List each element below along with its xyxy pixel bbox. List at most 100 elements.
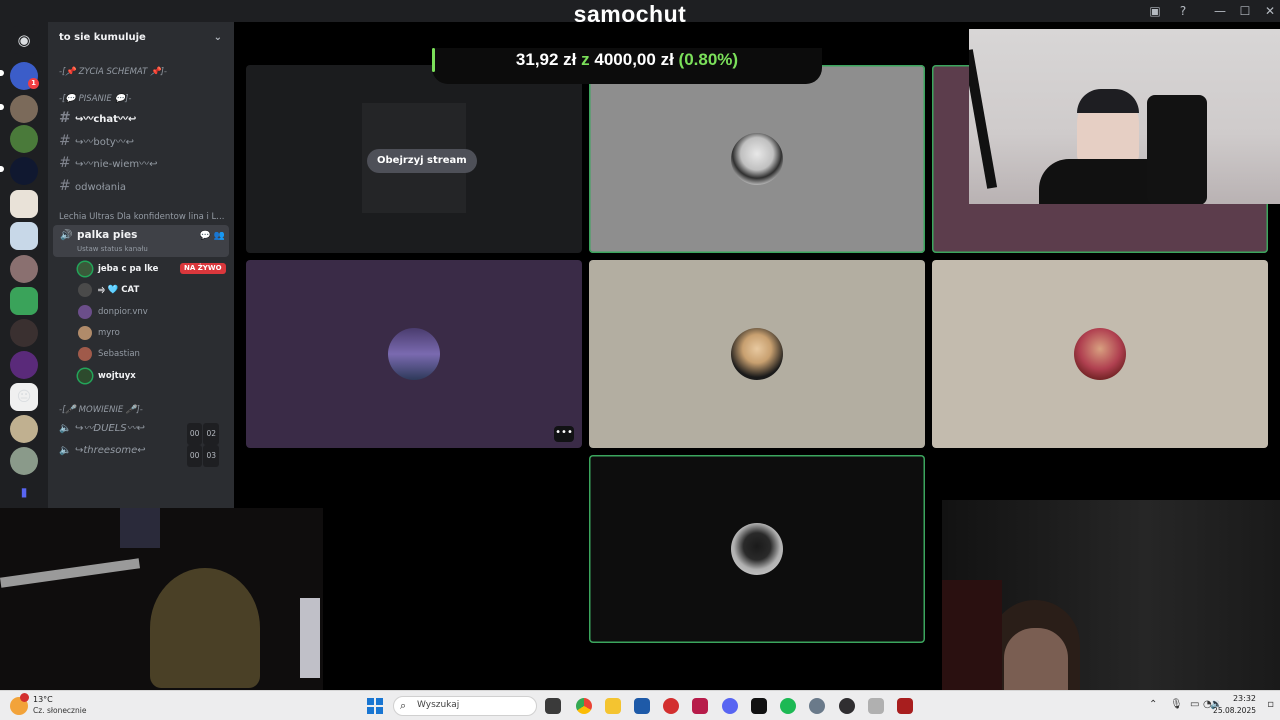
voice-member[interactable]: donpior.vnv bbox=[78, 302, 228, 322]
app-icon[interactable] bbox=[692, 698, 708, 714]
channel-label: ↪︎〰chat〰↩︎ bbox=[75, 114, 137, 125]
member-name: ⥤ 🩵 CAT bbox=[98, 285, 140, 295]
participant-tile[interactable]: ••• bbox=[246, 260, 582, 448]
taskbar-search[interactable]: ⌕ Wyszukaj bbox=[393, 696, 537, 716]
store-icon[interactable] bbox=[634, 698, 650, 714]
person-hair bbox=[1077, 89, 1139, 113]
server-icon[interactable] bbox=[10, 287, 38, 315]
chrome-icon[interactable] bbox=[576, 698, 592, 714]
category-pisanie[interactable]: -[💬 PISANIE 💬]- bbox=[59, 94, 131, 104]
voice-channel-duels[interactable]: 🔈 ↪︎〰DUELS〰↩︎ 00 02 bbox=[59, 419, 229, 445]
server-icon[interactable]: 😐 bbox=[10, 383, 38, 411]
avatar bbox=[388, 328, 440, 380]
microphone-icon[interactable]: 🎙 bbox=[1170, 699, 1183, 710]
voice-member[interactable]: Sebastian bbox=[78, 344, 228, 364]
voice-member[interactable]: wojtuyx bbox=[78, 366, 228, 386]
taskbar: 13°C Cz. słonecznie ⌕ Wyszukaj ⌃ 🎙 ▭ ◔ 🔉… bbox=[0, 690, 1280, 720]
donation-goal-text: 31,92 zł z 4000,00 zł (0.80%) bbox=[432, 48, 822, 72]
task-view-icon[interactable] bbox=[545, 698, 561, 714]
voice-channel-palka-pies[interactable]: 🔊 palka pies Ustaw status kanału 💬 👥 bbox=[53, 225, 229, 257]
channel-boty[interactable]: # ↪︎〰boty〰↩︎ bbox=[59, 131, 229, 151]
app-icon[interactable] bbox=[868, 698, 884, 714]
category-zycia[interactable]: -[📌 ZYCIA SCHEMAT 📌]- bbox=[59, 67, 167, 77]
server-icon[interactable] bbox=[10, 255, 38, 283]
hashtag-icon: # bbox=[59, 133, 71, 149]
avatar bbox=[78, 326, 92, 340]
help-icon[interactable]: ? bbox=[1175, 3, 1191, 19]
add-member-icon[interactable]: 👥 bbox=[214, 231, 225, 241]
server-icon[interactable] bbox=[10, 415, 38, 443]
unread-indicator bbox=[0, 166, 4, 172]
folder-icon[interactable]: ▮ bbox=[10, 484, 38, 500]
close-button[interactable]: ✕ bbox=[1262, 3, 1278, 19]
weather-temp[interactable]: 13°C bbox=[33, 695, 53, 704]
weather-alert-badge bbox=[20, 693, 29, 702]
member-name: donpior.vnv bbox=[98, 307, 148, 317]
avatar bbox=[1074, 328, 1126, 380]
chevron-down-icon: ⌄ bbox=[213, 32, 222, 43]
server-icon[interactable] bbox=[10, 125, 38, 153]
hashtag-icon: # bbox=[59, 178, 71, 194]
server-name: to sie kumuluje bbox=[59, 32, 146, 43]
category-lechia[interactable]: Lechia Ultras Dla konfidentow lina i L..… bbox=[59, 212, 224, 222]
hashtag-icon: # bbox=[59, 110, 71, 126]
shield-icon[interactable] bbox=[897, 698, 913, 714]
channel-odwolania[interactable]: # odwołania bbox=[59, 176, 229, 196]
voice-member[interactable]: myro bbox=[78, 323, 228, 343]
user-limit: 00 03 bbox=[186, 445, 219, 467]
app-icon[interactable] bbox=[663, 698, 679, 714]
server-icon[interactable] bbox=[10, 351, 38, 379]
avatar bbox=[78, 262, 92, 276]
person-face bbox=[1004, 628, 1068, 690]
file-explorer-icon[interactable] bbox=[605, 698, 621, 714]
participant-tile[interactable] bbox=[589, 455, 925, 643]
voice-member[interactable]: jeba c pa lke NA ŻYWO bbox=[78, 259, 228, 279]
stream-tile[interactable]: Obejrzyj stream bbox=[246, 65, 582, 253]
start-button[interactable] bbox=[367, 698, 383, 714]
clock-time[interactable]: 23:32 bbox=[1233, 694, 1256, 703]
discord-taskbar-icon[interactable] bbox=[722, 698, 738, 714]
room-object bbox=[300, 598, 320, 678]
avatar bbox=[731, 328, 783, 380]
chevron-up-icon[interactable]: ⌃ bbox=[1149, 699, 1157, 710]
more-options-button[interactable]: ••• bbox=[554, 426, 574, 442]
voice-channel-threesome[interactable]: 🔈 ↪︎threesome↩︎ 00 03 bbox=[59, 441, 229, 467]
room-object bbox=[0, 558, 141, 588]
participant-tile[interactable] bbox=[932, 260, 1268, 448]
voice-status[interactable]: Ustaw status kanału bbox=[77, 245, 148, 253]
speaker-icon: 🔈 bbox=[59, 445, 72, 456]
mention-badge: 1 bbox=[28, 78, 39, 89]
server-header[interactable]: to sie kumuluje ⌄ bbox=[48, 22, 234, 54]
server-icon[interactable] bbox=[10, 157, 38, 185]
voice-member[interactable]: ⥤ 🩵 CAT bbox=[78, 280, 228, 300]
watch-stream-button[interactable]: Obejrzyj stream bbox=[367, 149, 477, 173]
participant-tile[interactable] bbox=[589, 260, 925, 448]
server-icon[interactable] bbox=[10, 190, 38, 218]
app-icon[interactable] bbox=[751, 698, 767, 714]
server-icon[interactable] bbox=[10, 222, 38, 250]
channel-nie-wiem[interactable]: # ↪︎〰nie-wiem〰↩︎ bbox=[59, 153, 229, 173]
unread-indicator bbox=[0, 104, 4, 110]
server-icon[interactable] bbox=[10, 95, 38, 123]
inbox-icon[interactable]: ▣ bbox=[1147, 3, 1163, 19]
maximize-button[interactable]: ☐ bbox=[1237, 3, 1253, 19]
settings-icon[interactable] bbox=[809, 698, 825, 714]
chat-bubble-icon[interactable]: 💬 bbox=[200, 231, 211, 241]
server-icon[interactable] bbox=[10, 447, 38, 475]
weather-desc[interactable]: Cz. słonecznie bbox=[33, 706, 86, 715]
clock-date[interactable]: 25.08.2025 bbox=[1213, 706, 1256, 715]
channel-chat[interactable]: # ↪︎〰chat〰↩︎ bbox=[59, 108, 229, 128]
minimize-button[interactable]: — bbox=[1212, 3, 1228, 19]
hashtag-icon: # bbox=[59, 155, 71, 171]
notification-icon[interactable]: ▫ bbox=[1267, 699, 1274, 710]
display-icon[interactable]: ▭ bbox=[1190, 699, 1199, 710]
chair bbox=[1147, 95, 1207, 204]
obs-icon[interactable] bbox=[839, 698, 855, 714]
category-mowienie[interactable]: -[🎤 MOWIENIE 🎤]- bbox=[59, 405, 143, 415]
participant-tile[interactable] bbox=[589, 65, 925, 253]
server-icon[interactable] bbox=[10, 319, 38, 347]
spotify-icon[interactable] bbox=[780, 698, 796, 714]
discord-home-icon[interactable]: ◉ bbox=[10, 26, 38, 54]
member-name: wojtuyx bbox=[98, 371, 136, 381]
channel-label: ↪︎〰nie-wiem〰↩︎ bbox=[75, 159, 158, 170]
